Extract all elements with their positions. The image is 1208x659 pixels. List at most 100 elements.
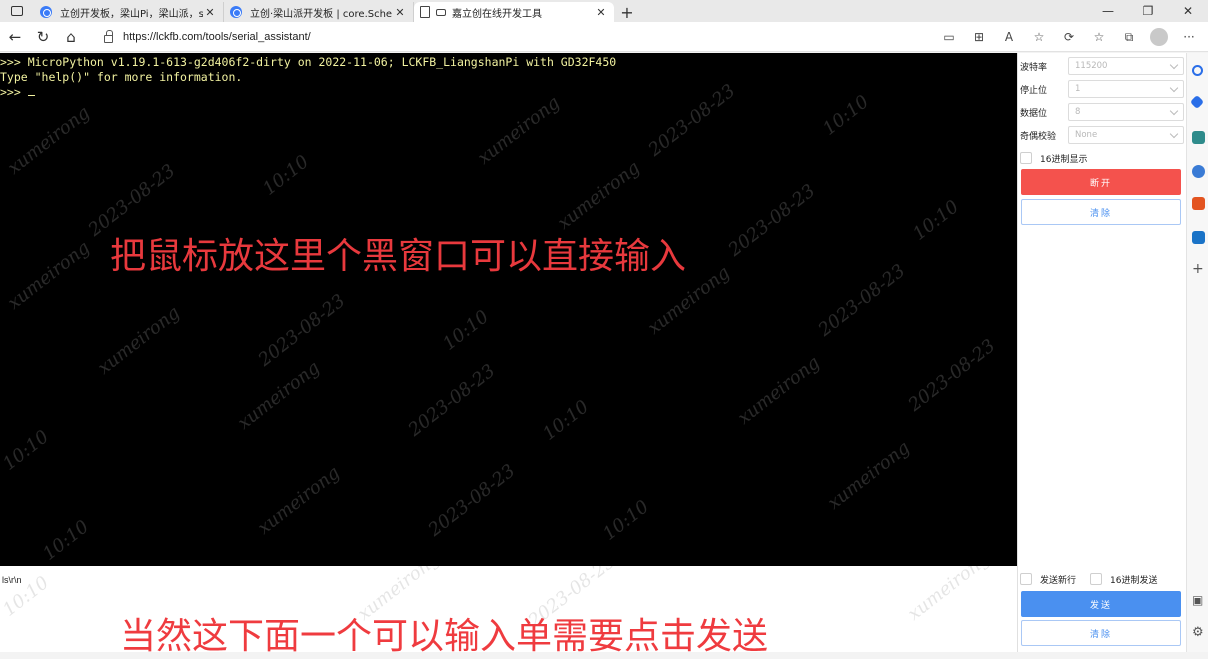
watermark-text: xumeirong: [253, 462, 344, 539]
watermark-text: xumeirong: [233, 357, 324, 434]
watermark-text: xumeirong: [473, 92, 564, 169]
window-controls: — ❐ ✕: [1088, 0, 1208, 22]
watermark-text: 10:10: [599, 496, 653, 545]
tab-strip: 立创开发板，梁山Pi，梁山派，s ✕ 立创·梁山派开发板 | core.Sche…: [0, 0, 1208, 22]
stop-bits-value: 1: [1075, 84, 1081, 94]
apps-icon[interactable]: ⊞: [964, 30, 994, 44]
watermark-text: xumeirong: [93, 302, 184, 379]
terminal-cursor: [27, 86, 35, 96]
disconnect-button[interactable]: 断开: [1021, 169, 1181, 195]
chevron-down-icon: [1169, 83, 1179, 92]
new-tab-button[interactable]: +: [614, 2, 640, 22]
watermark-text: 10:10: [39, 516, 93, 565]
serial-settings-panel: 波特率 115200 停止位 1 数据位 8 奇偶校验 None 16进制显示 …: [1017, 53, 1186, 652]
data-bits-value: 8: [1075, 107, 1081, 117]
send-options-row: 发送新行 16进制发送: [1020, 570, 1184, 588]
restore-icon[interactable]: ❐: [1128, 0, 1168, 22]
office-icon[interactable]: [1192, 197, 1205, 210]
terminal-prompt: >>>: [0, 85, 1017, 100]
watermark-text: xumeirong: [553, 157, 644, 234]
sidebar-layout-icon[interactable]: ▣: [1192, 593, 1203, 607]
home-icon[interactable]: ⌂: [58, 24, 84, 50]
data-bits-label: 数据位: [1020, 108, 1048, 119]
data-bits-row: 数据位 8: [1020, 103, 1184, 121]
clear-terminal-button[interactable]: 清除: [1021, 199, 1181, 225]
search-icon[interactable]: [1192, 65, 1203, 76]
tab-close-icon[interactable]: ✕: [594, 6, 608, 19]
tab-close-icon[interactable]: ✕: [393, 6, 407, 19]
clear-input-button[interactable]: 清除: [1021, 620, 1181, 646]
add-sidebar-icon[interactable]: +: [1192, 261, 1204, 277]
back-icon[interactable]: ←: [2, 24, 28, 50]
watermark-text: 2023-08-23: [424, 460, 520, 541]
parity-select[interactable]: None: [1068, 126, 1184, 144]
send-newline-label: 发送新行: [1040, 575, 1077, 586]
address-bar[interactable]: https://lckfb.com/tools/serial_assistant…: [92, 25, 872, 49]
watermark-text: 2023-08-23: [724, 180, 820, 261]
reader-icon[interactable]: ▭: [934, 30, 964, 44]
data-bits-select[interactable]: 8: [1068, 103, 1184, 121]
refresh-icon[interactable]: ↻: [30, 24, 56, 50]
baud-rate-select[interactable]: 115200: [1068, 57, 1184, 75]
watermark-text: 10:10: [909, 196, 963, 245]
parity-value: None: [1075, 130, 1098, 140]
send-newline-checkbox[interactable]: [1020, 573, 1032, 585]
gear-icon[interactable]: ⚙: [1192, 625, 1204, 640]
terminal-line: >>> MicroPython v1.19.1-613-g2d406f2-dir…: [0, 55, 617, 69]
watermark-text: 10:10: [539, 396, 593, 445]
favorite-add-icon[interactable]: ☆: [1024, 30, 1054, 44]
tools-icon[interactable]: [1192, 131, 1205, 144]
annotation-terminal-hint: 把鼠标放这里个黑窗口可以直接输入: [110, 236, 687, 277]
hex-display-checkbox[interactable]: [1020, 152, 1032, 164]
parity-row: 奇偶校验 None: [1020, 126, 1184, 144]
browser-toolbar: ← ↻ ⌂ https://lckfb.com/tools/serial_ass…: [0, 22, 1208, 52]
profile-avatar[interactable]: [1150, 28, 1168, 46]
watermark-text: 10:10: [439, 306, 493, 355]
favorites-icon[interactable]: ☆: [1084, 30, 1114, 44]
tab-actions-icon: [11, 6, 23, 16]
watermark-text: 2023-08-23: [254, 290, 350, 371]
annotation-input-hint: 当然这下面一个可以输入单需要点击发送: [120, 616, 769, 657]
site-icon: [230, 6, 242, 18]
watermark-text: 2023-08-23: [904, 335, 1000, 416]
tab-actions-button[interactable]: [0, 0, 34, 22]
read-aloud-icon[interactable]: A: [994, 30, 1024, 44]
send-button[interactable]: 发送: [1021, 591, 1181, 617]
lock-icon: [104, 29, 113, 43]
parity-label: 奇偶校验: [1020, 131, 1057, 142]
watermark-text: 2023-08-23: [404, 360, 500, 441]
stop-bits-row: 停止位 1: [1020, 80, 1184, 98]
chevron-down-icon: [1169, 60, 1179, 69]
hex-send-checkbox[interactable]: [1090, 573, 1103, 585]
tab-lckfb-home[interactable]: 立创开发板，梁山Pi，梁山派，s ✕: [34, 2, 224, 22]
baud-rate-value: 115200: [1075, 61, 1108, 71]
tab-core-schematic[interactable]: 立创·梁山派开发板 | core.Schem ✕: [224, 2, 414, 22]
watermark-text: 10:10: [819, 91, 873, 140]
chevron-down-icon: [1169, 106, 1179, 115]
tab-serial-tool[interactable]: 嘉立创在线开发工具 ✕: [414, 2, 614, 22]
tab-close-icon[interactable]: ✕: [203, 6, 217, 19]
watermark-text: 2023-08-23: [814, 260, 910, 341]
more-icon[interactable]: ···: [1174, 30, 1204, 44]
people-icon[interactable]: [1192, 165, 1205, 178]
minimize-icon[interactable]: —: [1088, 0, 1128, 22]
serial-terminal[interactable]: >>> MicroPython v1.19.1-613-g2d406f2-dir…: [0, 53, 1017, 566]
watermark-text: 10:10: [259, 151, 313, 200]
stop-bits-select[interactable]: 1: [1068, 80, 1184, 98]
browser-tools: ▭ ⊞ A ☆ ⟳ ☆ ⧉ ···: [934, 22, 1204, 52]
close-window-icon[interactable]: ✕: [1168, 0, 1208, 22]
outlook-icon[interactable]: [1192, 231, 1205, 244]
collections-icon[interactable]: ⧉: [1114, 30, 1144, 45]
terminal-line: >>>: [0, 85, 28, 99]
baud-rate-label: 波特率: [1020, 62, 1048, 73]
edge-sidebar: + ▣ ⚙: [1186, 53, 1208, 652]
hex-display-row: 16进制显示: [1020, 149, 1184, 167]
stop-bits-label: 停止位: [1020, 85, 1048, 96]
watermark-text: xumeirong: [3, 102, 94, 179]
watermark-text: xumeirong: [3, 237, 94, 314]
shopping-icon[interactable]: [1189, 94, 1205, 110]
watermark-text: xumeirong: [733, 352, 824, 429]
extensions-icon[interactable]: ⟳: [1054, 30, 1084, 44]
page-icon: [420, 6, 430, 18]
terminal-line: Type "help()" for more information.: [0, 70, 243, 84]
